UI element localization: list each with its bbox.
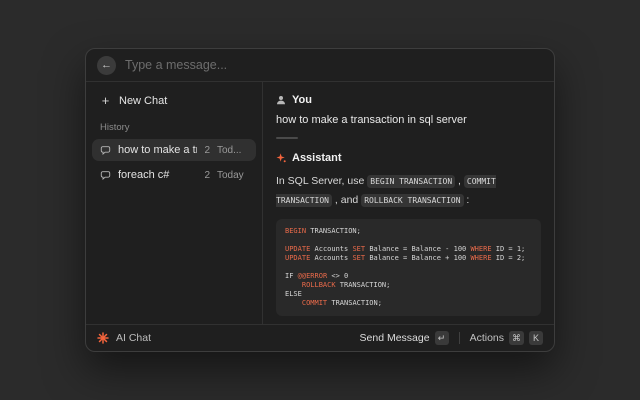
- k-keycap: K: [529, 331, 543, 345]
- chat-bubble-icon: [100, 170, 111, 181]
- body: + New Chat History how to make a transa.…: [86, 82, 554, 324]
- footer-right: Send Message ↵ Actions ⌘ K: [360, 331, 543, 345]
- plus-icon: +: [100, 94, 111, 107]
- history-item-label: how to make a transa...: [118, 144, 197, 156]
- sparkle-icon: [276, 153, 286, 163]
- footer: AI Chat Send Message ↵ Actions ⌘ K: [86, 324, 554, 351]
- footer-divider: [459, 332, 460, 344]
- history-item-count: 2: [204, 170, 210, 181]
- history-item[interactable]: foreach c# 2 Today: [92, 164, 256, 186]
- code-line: UPDATE Accounts SET Balance = Balance + …: [285, 254, 532, 263]
- cmd-keycap: ⌘: [509, 331, 524, 345]
- code-line: BEGIN TRANSACTION;: [285, 227, 532, 236]
- paragraph-text: , and: [332, 194, 361, 206]
- paragraph-text: ,: [455, 175, 464, 187]
- app-name: AI Chat: [116, 332, 151, 344]
- send-message-label: Send Message: [360, 332, 430, 344]
- message-divider: [276, 137, 298, 139]
- assistant-label: Assistant: [292, 152, 342, 164]
- header: ← Type a message...: [86, 49, 554, 82]
- code-line: COMMIT TRANSACTION;: [285, 299, 532, 308]
- code-line: ROLLBACK TRANSACTION;: [285, 281, 532, 290]
- paragraph-text: :: [464, 194, 470, 206]
- actions-label: Actions: [470, 332, 504, 344]
- user-icon: [276, 95, 286, 105]
- back-arrow-icon: ←: [101, 60, 112, 71]
- ai-chat-window: ← Type a message... + New Chat History h…: [85, 48, 555, 352]
- chat-pane: You how to make a transaction in sql ser…: [263, 82, 554, 324]
- app-logo-icon: [97, 332, 109, 344]
- paragraph-text: In SQL Server, use: [276, 175, 367, 187]
- user-message-header: You: [276, 94, 541, 106]
- assistant-message-header: Assistant: [276, 152, 541, 164]
- code-line: [285, 236, 532, 245]
- new-chat-button[interactable]: + New Chat: [92, 89, 256, 112]
- sidebar: + New Chat History how to make a transa.…: [86, 82, 263, 324]
- user-message: how to make a transaction in sql server: [276, 114, 541, 126]
- history-item-date: Tod...: [217, 145, 248, 156]
- assistant-paragraph: In SQL Server, use BEGIN TRANSACTION , C…: [276, 172, 541, 210]
- new-chat-label: New Chat: [119, 95, 167, 107]
- enter-keycap: ↵: [435, 331, 449, 345]
- footer-left: AI Chat: [97, 332, 360, 344]
- back-button[interactable]: ←: [97, 56, 116, 75]
- actions-button[interactable]: Actions ⌘ K: [470, 331, 543, 345]
- message-input[interactable]: Type a message...: [125, 58, 543, 72]
- inline-code: ROLLBACK TRANSACTION: [361, 194, 463, 207]
- code-block: BEGIN TRANSACTION; UPDATE Accounts SET B…: [276, 219, 541, 316]
- user-label: You: [292, 94, 312, 106]
- history-list: how to make a transa... 2 Tod... foreach c#…: [92, 139, 256, 186]
- history-item[interactable]: how to make a transa... 2 Tod...: [92, 139, 256, 161]
- history-section-label: History: [100, 122, 248, 133]
- history-item-count: 2: [204, 145, 210, 156]
- code-line: ELSE: [285, 290, 532, 299]
- history-item-date: Today: [217, 170, 248, 181]
- history-item-label: foreach c#: [118, 169, 197, 181]
- code-line: IF @@ERROR <> 0: [285, 272, 532, 281]
- code-line: [285, 263, 532, 272]
- inline-code: BEGIN TRANSACTION: [367, 175, 455, 188]
- code-line: UPDATE Accounts SET Balance = Balance - …: [285, 245, 532, 254]
- send-message-button[interactable]: Send Message ↵: [360, 331, 449, 345]
- chat-bubble-icon: [100, 145, 111, 156]
